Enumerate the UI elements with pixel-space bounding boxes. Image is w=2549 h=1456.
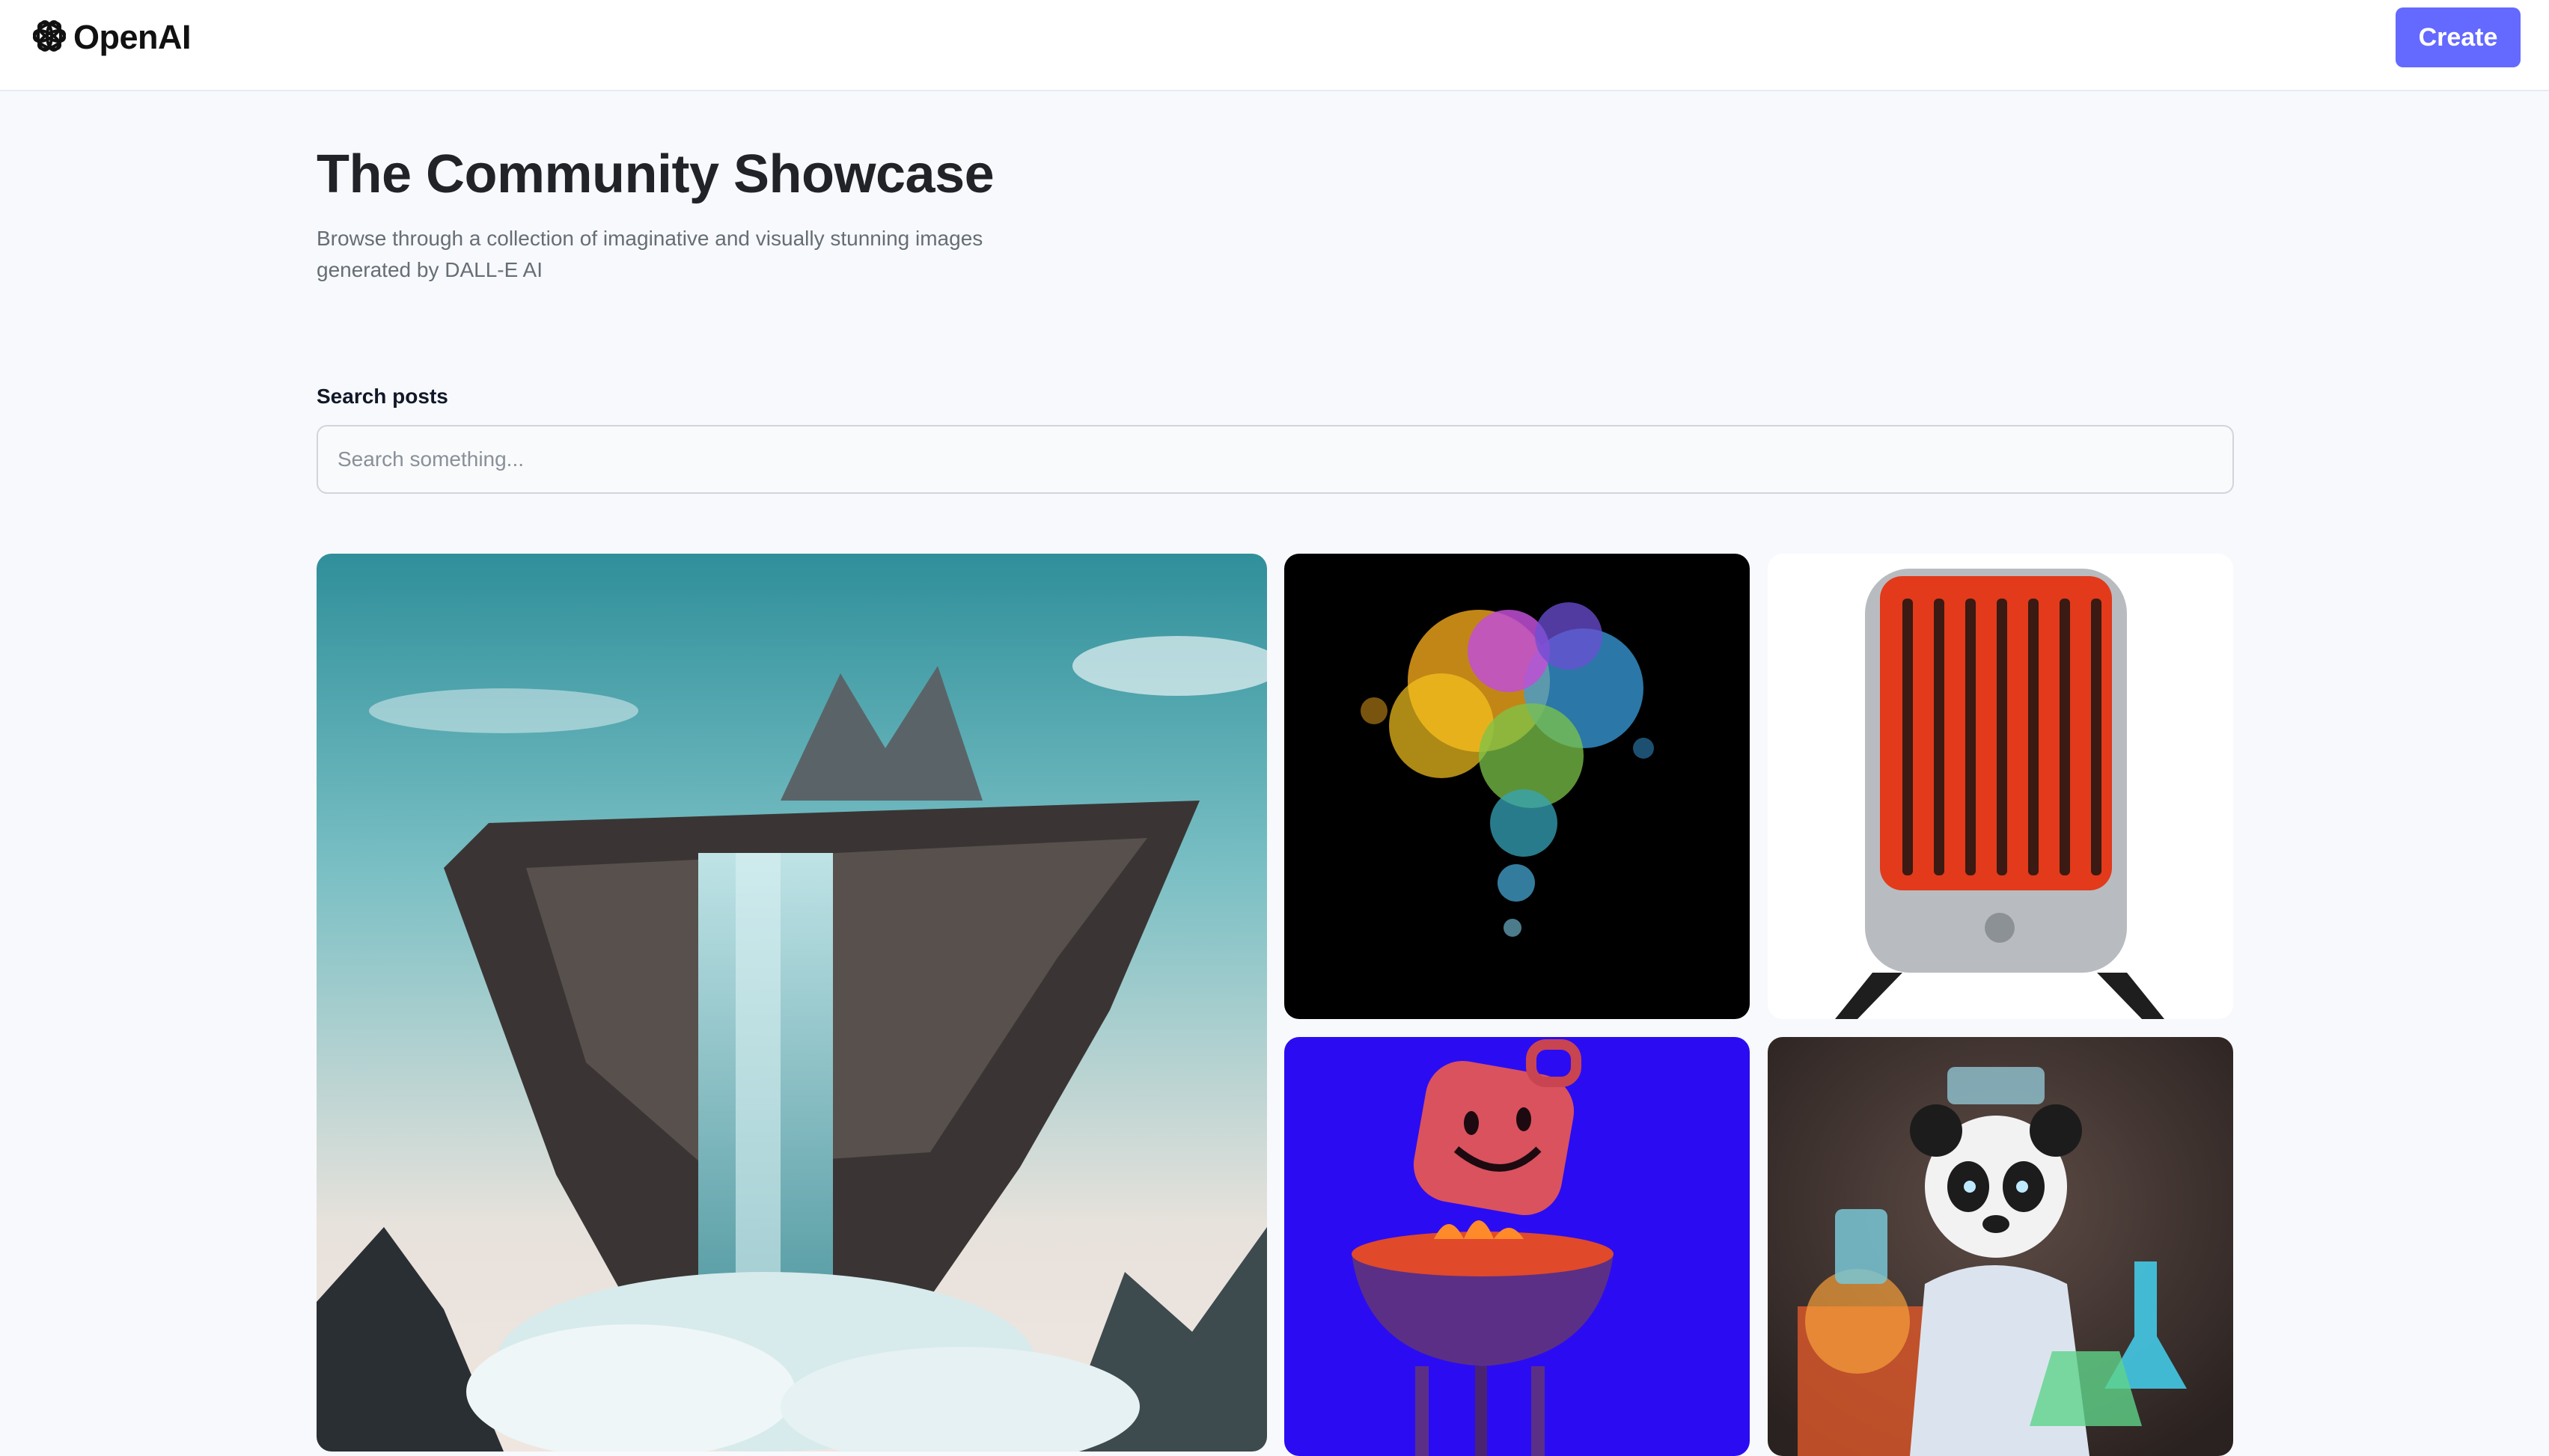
gallery-card-color-powder[interactable] [1284, 554, 1750, 1019]
search-label: Search posts [317, 385, 448, 408]
openai-logo-icon [28, 15, 70, 61]
brand-logo-link[interactable]: OpenAI [28, 15, 192, 61]
page-title: The Community Showcase [317, 144, 995, 204]
red-space-heater-image [1768, 554, 2233, 1019]
create-button[interactable]: Create [2396, 7, 2521, 67]
brand-name: OpenAI [73, 18, 192, 56]
page-subtitle: Browse through a collection of imaginati… [317, 227, 983, 281]
gallery-card-grill-character[interactable] [1284, 1037, 1750, 1456]
gallery-card-space-heater[interactable] [1768, 554, 2233, 1019]
panda-scientist-image [1768, 1037, 2233, 1456]
search-input[interactable] [317, 425, 2234, 494]
gallery-card-panda-scientist[interactable] [1768, 1037, 2233, 1456]
top-navbar: OpenAI Create [0, 0, 2549, 91]
floating-island-waterfall-image [317, 554, 1267, 1452]
color-powder-explosion-image [1284, 554, 1750, 1019]
smiling-grill-character-image [1284, 1037, 1750, 1456]
gallery-card-waterfall[interactable] [317, 554, 1267, 1452]
